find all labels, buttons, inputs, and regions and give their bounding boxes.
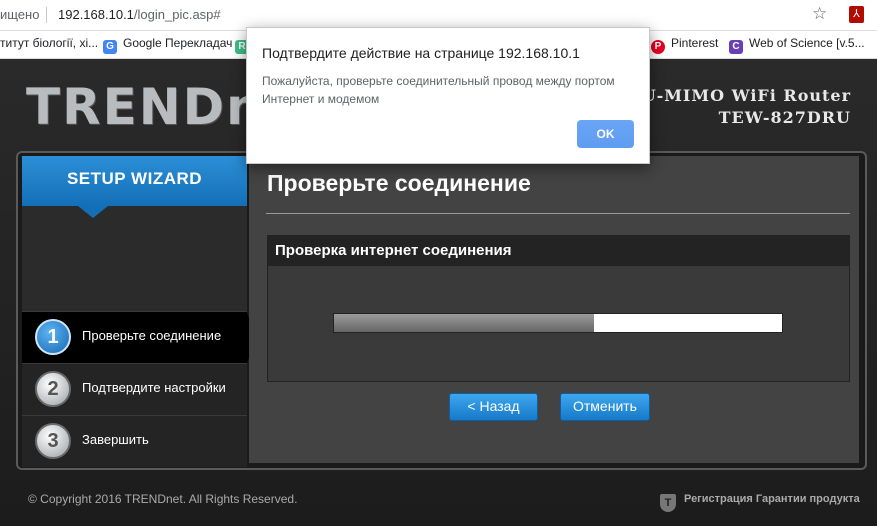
bookmark-item[interactable]: G Google Перекладач: [103, 36, 232, 54]
progress-fill: [334, 314, 594, 332]
url-host: 192.168.10.1: [58, 7, 134, 22]
bookmark-star-icon[interactable]: ☆: [812, 4, 827, 24]
step-label: Завершить: [82, 432, 149, 447]
wizard-step-3[interactable]: 3 Завершить: [22, 415, 247, 467]
dialog-ok-button[interactable]: OK: [577, 120, 634, 148]
bookmark-item[interactable]: C Web of Science [v.5...: [729, 36, 865, 54]
wizard-step-1[interactable]: 1 Проверьте соединение: [22, 311, 255, 364]
warranty-registration-link[interactable]: T Регистрация Гарантии продукта: [660, 493, 860, 512]
model-number: TEW-827DRU: [718, 108, 851, 127]
back-button[interactable]: < Назад: [449, 393, 538, 421]
wizard-content: Проверьте соединение Проверка интернет с…: [249, 156, 859, 463]
bookmark-label: Pinterest: [671, 36, 719, 50]
wizard-step-2[interactable]: 2 Подтвердите настройки: [22, 363, 247, 415]
model-description: MU-MIMO WiFi Router: [623, 86, 851, 105]
dialog-title: Подтвердите действие на странице 192.168…: [262, 45, 580, 61]
security-indicator[interactable]: ищено: [0, 7, 39, 22]
trendnet-shield-icon: T: [660, 494, 676, 512]
warranty-label: Регистрация Гарантии продукта: [684, 493, 860, 505]
google-translate-icon: G: [103, 40, 117, 54]
pinterest-icon: P: [651, 40, 665, 54]
cancel-button[interactable]: Отменить: [560, 393, 650, 421]
bookmark-item[interactable]: титут біології, хі...: [0, 36, 98, 50]
step-number-badge: 1: [35, 319, 71, 355]
title-divider: [266, 213, 850, 214]
wizard-sidebar: SETUP WIZARD 1 Проверьте соединение 2 По…: [22, 156, 255, 467]
confirm-dialog: Подтвердите действие на странице 192.168…: [246, 27, 650, 164]
address-field[interactable]: 192.168.10.1/login_pic.asp#: [58, 7, 221, 22]
step-label: Подтвердите настройки: [82, 380, 226, 395]
copyright-text: © Copyright 2016 TRENDnet. All Rights Re…: [28, 492, 298, 506]
step-label: Проверьте соединение: [82, 328, 222, 343]
page-title: Проверьте соединение: [267, 170, 531, 196]
url-path: /login_pic.asp#: [133, 7, 221, 22]
bookmark-label: Google Перекладач: [123, 36, 233, 50]
url-separator: [46, 7, 47, 23]
setup-wizard-header: SETUP WIZARD: [22, 156, 247, 206]
web-of-science-icon: C: [729, 40, 743, 54]
connection-check-panel: Проверка интернет соединения: [267, 235, 850, 382]
dialog-message: Пожалуйста, проверьте соединительный про…: [262, 74, 615, 106]
step-number-badge: 3: [35, 423, 71, 459]
bookmark-item[interactable]: P Pinterest: [651, 36, 718, 54]
panel-title: Проверка интернет соединения: [268, 236, 849, 266]
connection-progress-bar: [333, 313, 783, 333]
pdf-extension-icon[interactable]: ⅄: [849, 6, 864, 23]
bookmark-label: титут біології, хі...: [0, 36, 99, 50]
step-number-badge: 2: [35, 371, 71, 407]
bookmark-label: Web of Science [v.5...: [749, 36, 865, 50]
wizard-header-pointer: [78, 206, 108, 218]
